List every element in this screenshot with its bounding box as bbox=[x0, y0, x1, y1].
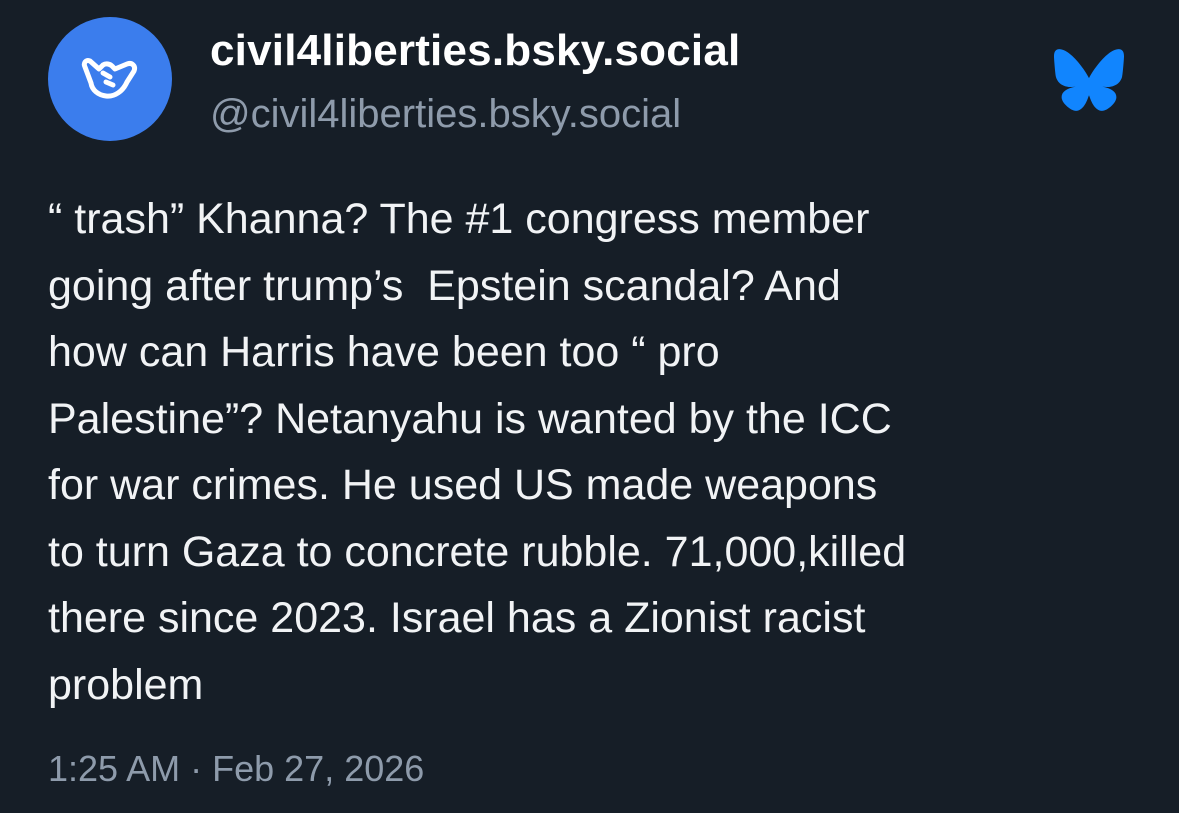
shaka-hand-icon bbox=[81, 58, 137, 99]
post-time: 1:25 AM bbox=[48, 748, 181, 789]
post-text-line: for war crimes. He used US made weapons bbox=[48, 461, 878, 509]
post-text-line: to turn Gaza to concrete rubble. 71,000,… bbox=[48, 527, 907, 576]
avatar[interactable] bbox=[48, 17, 172, 141]
post-date: Feb 27, 2026 bbox=[212, 748, 425, 789]
post-text-line: going after trump’s Epstein scandal? And bbox=[48, 261, 841, 310]
display-name[interactable]: civil4liberties.bsky.social bbox=[210, 26, 740, 76]
post-timestamp[interactable]: 1:25 AM · Feb 27, 2026 bbox=[48, 748, 424, 790]
post-card: civil4liberties.bsky.social @civil4liber… bbox=[0, 0, 1179, 813]
post-text-line: Palestine”? Netanyahu is wanted by the I… bbox=[48, 394, 892, 443]
post-text-line: “ trash” Khanna? The #1 congress member bbox=[48, 195, 870, 243]
timestamp-separator: · bbox=[190, 748, 203, 789]
post-text-line: how can Harris have been too “ pro bbox=[48, 328, 720, 376]
post-text: “ trash” Khanna? The #1 congress member … bbox=[48, 186, 1138, 718]
bluesky-butterfly-icon[interactable] bbox=[1052, 48, 1126, 112]
post-text-line: problem bbox=[48, 660, 204, 709]
author-handle[interactable]: @civil4liberties.bsky.social bbox=[210, 92, 681, 137]
post-text-line: there since 2023. Israel has a Zionist r… bbox=[48, 594, 866, 642]
